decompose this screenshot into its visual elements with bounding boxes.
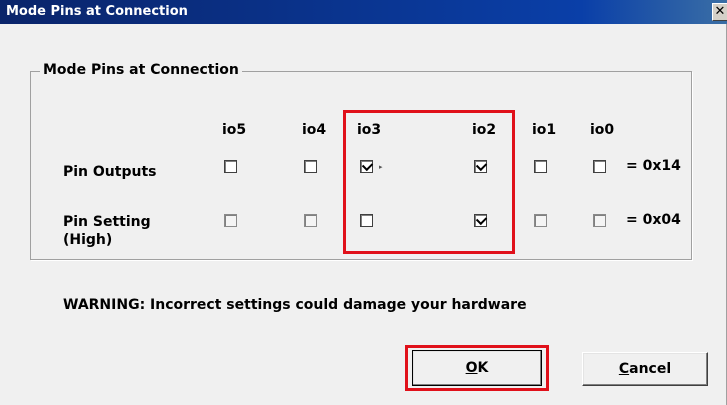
warning-text: WARNING: Incorrect settings could damage…	[63, 297, 527, 313]
checkbox-pin-outputs-io1[interactable]	[534, 160, 547, 173]
title-bar[interactable]: Mode Pins at Connection ✕	[0, 0, 727, 24]
pin-setting-value: = 0x04	[626, 212, 681, 228]
mode-pins-dialog: Mode Pins at Connection ✕ Mode Pins at C…	[0, 0, 727, 405]
row-label-pin-outputs: Pin Outputs	[63, 164, 157, 180]
column-label-io4: io4	[302, 122, 327, 138]
checkbox-pin-outputs-io5[interactable]	[224, 160, 237, 173]
cancel-button[interactable]: Cancel	[582, 352, 708, 386]
ok-highlight-box	[405, 345, 549, 391]
checkbox-pin-setting-io4[interactable]	[304, 214, 317, 227]
window-title: Mode Pins at Connection	[6, 4, 188, 19]
column-label-io5: io5	[222, 122, 247, 138]
checkbox-pin-setting-io1[interactable]	[534, 214, 547, 227]
io3-io2-highlight-box	[343, 110, 515, 254]
pin-outputs-value: = 0x14	[626, 158, 681, 174]
checkbox-pin-outputs-io0[interactable]	[593, 160, 606, 173]
checkbox-pin-setting-io5[interactable]	[224, 214, 237, 227]
cancel-button-label: Cancel	[618, 361, 672, 377]
close-button[interactable]: ✕	[712, 3, 727, 21]
column-label-io0: io0	[590, 122, 615, 138]
close-icon: ✕	[714, 4, 726, 19]
column-label-io1: io1	[532, 122, 557, 138]
checkbox-pin-setting-io0[interactable]	[593, 214, 606, 227]
row-label-pin-setting: Pin Setting (High)	[63, 214, 151, 248]
group-legend: Mode Pins at Connection	[40, 62, 242, 78]
checkbox-pin-outputs-io4[interactable]	[304, 160, 317, 173]
